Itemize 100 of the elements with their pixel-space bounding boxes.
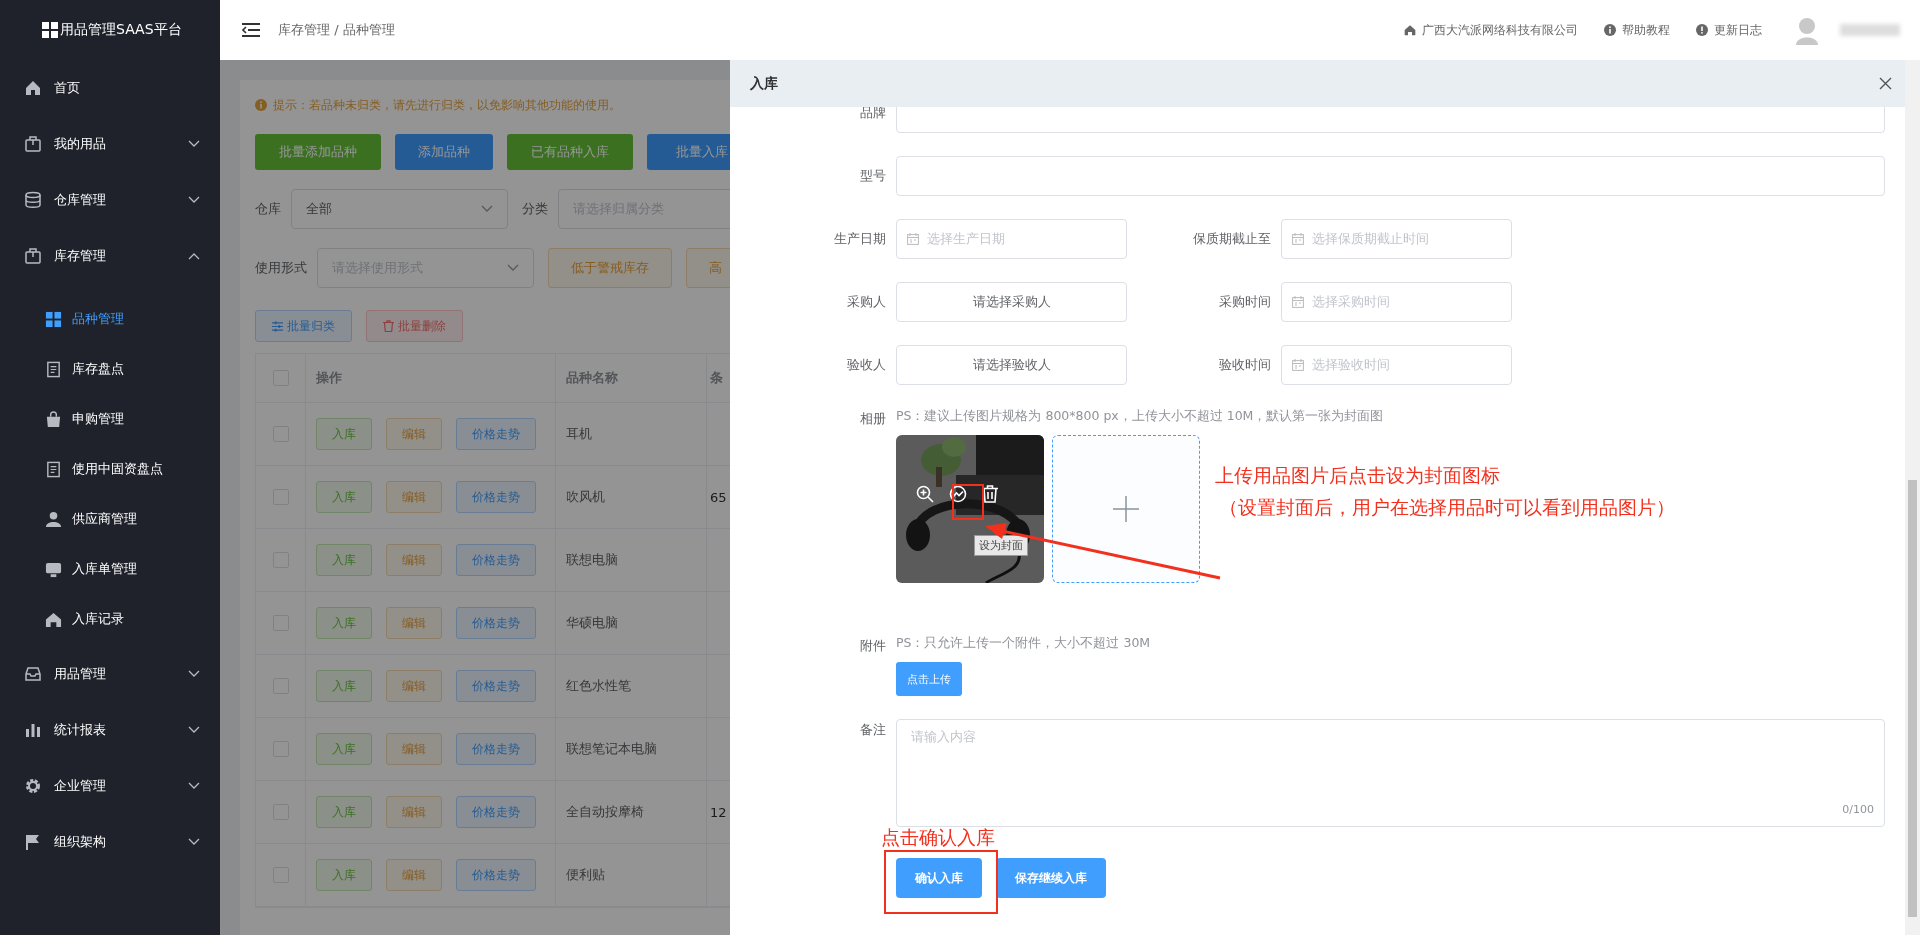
- row-action-button[interactable]: 编辑: [386, 733, 442, 765]
- grid-icon: [45, 310, 62, 328]
- picker-button[interactable]: 请选择验收人: [896, 345, 1127, 385]
- row-action-button[interactable]: 入库: [316, 418, 372, 450]
- document-icon: [45, 460, 62, 478]
- row-action-button[interactable]: 价格走势: [456, 733, 536, 765]
- row-action-button[interactable]: 入库: [316, 670, 372, 702]
- row-action-button[interactable]: 编辑: [386, 859, 442, 891]
- date-field[interactable]: 选择生产日期: [896, 219, 1127, 259]
- action-button[interactable]: 批量添加品种: [255, 134, 381, 170]
- submenu-item[interactable]: 库存盘点: [0, 344, 220, 394]
- textarea-field[interactable]: 请输入内容 0/100: [896, 719, 1885, 827]
- select-field[interactable]: 全部: [291, 189, 508, 229]
- picture-icon[interactable]: [949, 485, 967, 503]
- header-link[interactable]: 广西大汽派网络科技有限公司: [1422, 21, 1578, 39]
- inbox-icon: [24, 665, 42, 683]
- document-icon: [45, 360, 62, 378]
- menu-item[interactable]: 组织架构: [0, 814, 220, 870]
- filter-button[interactable]: 高: [686, 248, 730, 288]
- row-action-button[interactable]: 入库: [316, 607, 372, 639]
- breadcrumb: 库存管理 / 品种管理: [278, 21, 395, 39]
- menu-item[interactable]: 仓库管理: [0, 172, 220, 228]
- hint-text: PS：建议上传图片规格为 800*800 px，上传大小不超过 10M，默认第一张为封面图: [896, 408, 1384, 425]
- action-button[interactable]: 添加品种: [395, 134, 493, 170]
- sliders-icon: [272, 320, 283, 332]
- calendar-icon: [1292, 359, 1304, 371]
- calendar-icon: [1292, 296, 1304, 308]
- menu-item[interactable]: 统计报表: [0, 702, 220, 758]
- zoom-in-icon[interactable]: [916, 485, 934, 503]
- annotation-box: [952, 484, 984, 520]
- column-header: 操作: [316, 369, 342, 387]
- chevron-icon: [481, 205, 493, 213]
- row-action-button[interactable]: 价格走势: [456, 418, 536, 450]
- row-action-button[interactable]: 价格走势: [456, 544, 536, 576]
- header-link[interactable]: 帮助教程: [1622, 21, 1670, 39]
- table-cell: 红色水性笔: [566, 677, 631, 695]
- filter-button[interactable]: 低于警戒库存: [548, 248, 672, 288]
- chevron-icon: [188, 726, 200, 734]
- upload-card[interactable]: [1052, 435, 1200, 583]
- home-icon: [1404, 24, 1416, 36]
- plus-icon: [1113, 496, 1139, 522]
- menu-item[interactable]: 库存管理: [0, 228, 220, 284]
- row-action-button[interactable]: 编辑: [386, 607, 442, 639]
- row-action-button[interactable]: 价格走势: [456, 859, 536, 891]
- batch-button[interactable]: 批量删除: [366, 310, 463, 342]
- row-action-button[interactable]: 价格走势: [456, 796, 536, 828]
- monitor-icon: [45, 560, 62, 578]
- chevron-icon: [188, 670, 200, 678]
- batch-button[interactable]: 批量归类: [255, 310, 352, 342]
- row-action-button[interactable]: 编辑: [386, 796, 442, 828]
- action-button[interactable]: 批量入库: [647, 134, 730, 170]
- info-icon: [255, 99, 267, 111]
- scrollbar[interactable]: [1905, 60, 1920, 935]
- row-action-button[interactable]: 价格走势: [456, 607, 536, 639]
- header-link[interactable]: 更新日志: [1714, 21, 1762, 39]
- upload-button[interactable]: 点击上传: [896, 662, 962, 696]
- submit-button[interactable]: 保存继续入库: [996, 858, 1106, 898]
- row-action-button[interactable]: 入库: [316, 544, 372, 576]
- submenu-item[interactable]: 使用中固资盘点: [0, 444, 220, 494]
- row-action-button[interactable]: 编辑: [386, 670, 442, 702]
- column-header: 条: [710, 369, 723, 387]
- menu-item[interactable]: 企业管理: [0, 758, 220, 814]
- menu-item[interactable]: 我的用品: [0, 116, 220, 172]
- hint-text: PS：只允许上传一个附件，大小不超过 30M: [896, 635, 1151, 652]
- menu-item[interactable]: 首页: [0, 60, 220, 116]
- submenu-item[interactable]: 入库记录: [0, 594, 220, 644]
- picker-button[interactable]: 请选择采购人: [896, 282, 1127, 322]
- field-label: 相册: [859, 410, 887, 428]
- row-action-button[interactable]: 编辑: [386, 544, 442, 576]
- action-button[interactable]: 已有品种入库: [507, 134, 633, 170]
- bar-chart-icon: [24, 721, 42, 739]
- field-label: 生产日期: [833, 230, 887, 248]
- submenu-item[interactable]: 入库单管理: [0, 544, 220, 594]
- row-action-button[interactable]: 价格走势: [456, 481, 536, 513]
- trash-icon[interactable]: [982, 485, 998, 503]
- row-action-button[interactable]: 编辑: [386, 481, 442, 513]
- row-action-button[interactable]: 入库: [316, 796, 372, 828]
- gear-icon: [24, 777, 42, 795]
- table-cell: 联想笔记本电脑: [566, 740, 657, 758]
- row-action-button[interactable]: 入库: [316, 481, 372, 513]
- submit-button[interactable]: 确认入库: [896, 858, 982, 898]
- home-icon: [24, 79, 42, 97]
- close-icon[interactable]: [1879, 77, 1892, 90]
- submenu-item[interactable]: 供应商管理: [0, 494, 220, 544]
- row-action-button[interactable]: 入库: [316, 733, 372, 765]
- date-field[interactable]: 选择采购时间: [1281, 282, 1512, 322]
- date-field[interactable]: 选择保质期截止时间: [1281, 219, 1512, 259]
- table-cell: 12: [710, 804, 727, 820]
- row-action-button[interactable]: 入库: [316, 859, 372, 891]
- calendar-icon: [907, 233, 919, 245]
- menu-item[interactable]: 用品管理: [0, 646, 220, 702]
- chevron-icon: [188, 140, 200, 148]
- submenu-item[interactable]: 申购管理: [0, 394, 220, 444]
- menu-icon[interactable]: [242, 23, 260, 37]
- date-field[interactable]: 选择验收时间: [1281, 345, 1512, 385]
- row-action-button[interactable]: 编辑: [386, 418, 442, 450]
- submenu-item[interactable]: 品种管理: [0, 294, 220, 344]
- input-field[interactable]: [896, 156, 1885, 196]
- person-icon: [45, 510, 62, 528]
- row-action-button[interactable]: 价格走势: [456, 670, 536, 702]
